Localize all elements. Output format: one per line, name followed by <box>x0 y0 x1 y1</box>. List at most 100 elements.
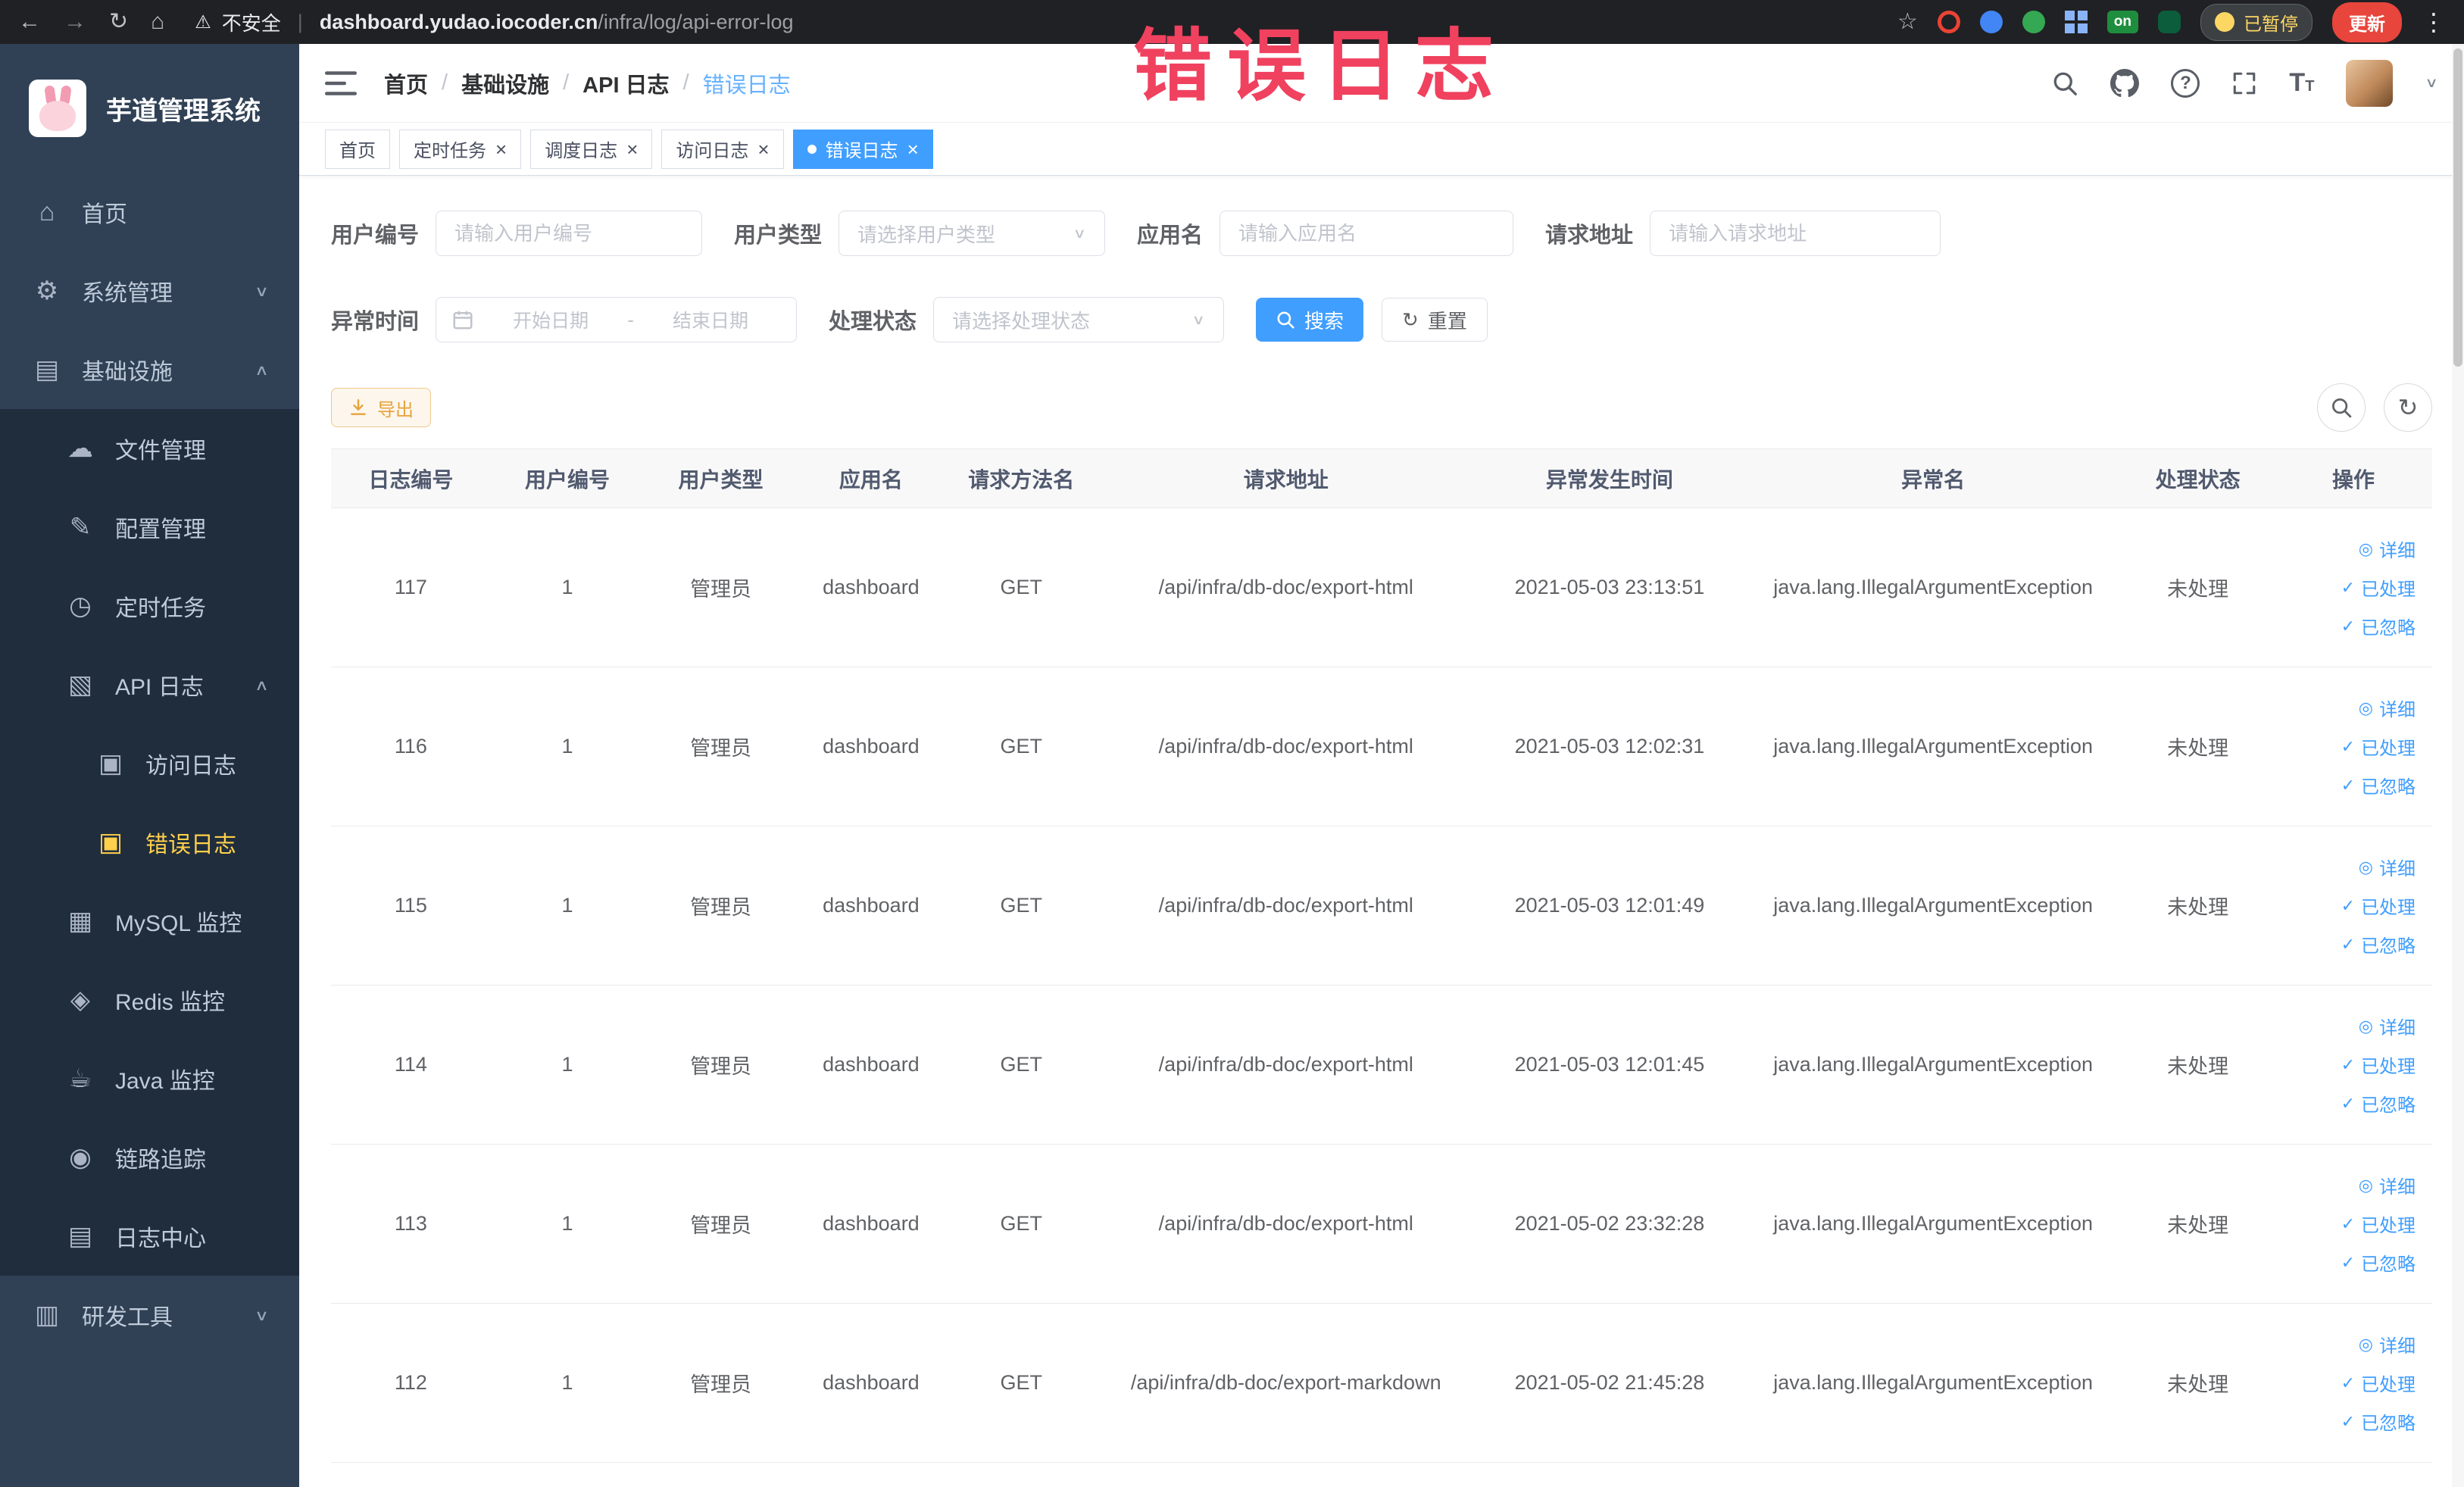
sidebar-item-error-log[interactable]: ▣ 错误日志 <box>0 803 299 882</box>
sidebar-item-api-log[interactable]: ▧ API 日志 ∧ <box>0 645 299 724</box>
tab-error-log[interactable]: 错误日志 × <box>792 129 933 169</box>
column-header: 异常名 <box>1744 448 2122 508</box>
mark-ignored-link[interactable]: ✓ 已忽略 <box>2341 1090 2416 1117</box>
mark-processed-link[interactable]: ✓ 已处理 <box>2341 892 2416 919</box>
breadcrumb-infra[interactable]: 基础设施 <box>461 67 549 99</box>
ext-green-dot-icon[interactable] <box>2022 11 2045 33</box>
cell-user-type: 管理员 <box>644 1303 798 1463</box>
bookmark-star-icon[interactable]: ☆ <box>1897 11 1918 33</box>
address-bar[interactable]: dashboard.yudao.iocoder.cn/infra/log/api… <box>320 11 794 34</box>
search-button[interactable]: 搜索 <box>1256 298 1364 342</box>
search-icon[interactable] <box>2051 70 2078 97</box>
detail-link[interactable]: ◎ 详细 <box>2359 854 2416 880</box>
close-icon[interactable]: × <box>626 139 638 159</box>
sidebar-item-redis-monitor[interactable]: ◈ Redis 监控 <box>0 961 299 1039</box>
column-header: 应用名 <box>797 448 945 508</box>
mark-ignored-link[interactable]: ✓ 已忽略 <box>2341 1249 2416 1276</box>
table-row: 115 1 管理员 dashboard GET /api/infra/db-do… <box>331 826 2432 986</box>
sidebar-toggle-icon[interactable] <box>325 70 357 97</box>
search-icon <box>1277 311 1294 329</box>
detail-link[interactable]: ◎ 详细 <box>2359 695 2416 721</box>
tab-schedule-log[interactable]: 调度日志 × <box>530 129 653 169</box>
sidebar-item-tracing[interactable]: ◉ 链路追踪 <box>0 1118 299 1197</box>
sidebar-item-log-center[interactable]: ▤ 日志中心 <box>0 1197 299 1276</box>
tab-home[interactable]: 首页 <box>325 129 390 169</box>
request-url-input[interactable] <box>1650 211 1941 256</box>
avatar[interactable] <box>2346 59 2394 107</box>
user-id-input[interactable] <box>436 211 703 256</box>
fullscreen-icon[interactable] <box>2231 70 2257 96</box>
tab-scheduled-jobs[interactable]: 定时任务 × <box>399 129 522 169</box>
mark-ignored-link[interactable]: ✓ 已忽略 <box>2341 1408 2416 1435</box>
forward-icon[interactable]: → <box>64 11 86 33</box>
sidebar-item-devtools[interactable]: ▥ 研发工具 ∨ <box>0 1276 299 1354</box>
ext-pine-icon[interactable] <box>2158 11 2181 33</box>
ext-red-ring-icon[interactable] <box>1937 11 1960 33</box>
eye-icon: ◎ <box>2358 1334 2373 1354</box>
filter-label: 请求地址 <box>1545 223 1634 248</box>
scrollbar-thumb[interactable] <box>2453 48 2462 367</box>
breadcrumb-home[interactable]: 首页 <box>384 67 428 99</box>
action-label: 详细 <box>2379 859 2416 879</box>
browser-home-icon[interactable]: ⌂ <box>151 11 164 33</box>
sidebar-item-infra[interactable]: ▤ 基础设施 ∧ <box>0 330 299 409</box>
mark-ignored-link[interactable]: ✓ 已忽略 <box>2341 613 2416 639</box>
app-logo[interactable]: 芋道管理系统 <box>0 44 299 173</box>
cell-log-id: 115 <box>331 826 491 986</box>
cell-log-id: 117 <box>331 508 491 667</box>
mark-processed-link[interactable]: ✓ 已处理 <box>2341 733 2416 760</box>
sidebar-item-config-mgmt[interactable]: ✎ 配置管理 <box>0 488 299 567</box>
app-name-input[interactable] <box>1220 211 1514 256</box>
back-icon[interactable]: ← <box>18 11 41 33</box>
refresh-table-button[interactable]: ↻ <box>2384 383 2432 432</box>
detail-link[interactable]: ◎ 详细 <box>2359 1331 2416 1357</box>
sidebar-item-mysql-monitor[interactable]: ▦ MySQL 监控 <box>0 882 299 961</box>
mark-processed-link[interactable]: ✓ 已处理 <box>2341 574 2416 601</box>
mark-processed-link[interactable]: ✓ 已处理 <box>2341 1370 2416 1396</box>
sidebar-item-label: 配置管理 <box>115 517 206 542</box>
sidebar-item-home[interactable]: ⌂ 首页 <box>0 173 299 251</box>
filter-exception-time: 异常时间 开始日期 - 结束日期 <box>331 297 798 342</box>
sidebar-item-access-log[interactable]: ▣ 访问日志 <box>0 724 299 803</box>
update-button[interactable]: 更新 <box>2332 2 2402 42</box>
calendar-icon <box>453 311 473 330</box>
sidebar-item-system[interactable]: ⚙ 系统管理 ∨ <box>0 251 299 330</box>
close-icon[interactable]: × <box>495 139 507 159</box>
site-info-chip[interactable]: ⚠ 不安全 | dashboard.yudao.iocoder.cn/infra… <box>195 8 793 36</box>
font-size-icon[interactable]: TT <box>2289 68 2314 98</box>
detail-link[interactable]: ◎ 详细 <box>2359 1013 2416 1039</box>
reset-button[interactable]: ↻ 重置 <box>1382 298 1488 342</box>
exception-time-range[interactable]: 开始日期 - 结束日期 <box>436 297 798 342</box>
detail-link[interactable]: ◎ 详细 <box>2359 1172 2416 1198</box>
ext-grid-icon[interactable] <box>2064 11 2088 33</box>
mark-ignored-link[interactable]: ✓ 已忽略 <box>2341 931 2416 957</box>
sidebar-item-scheduled-jobs[interactable]: ◷ 定时任务 <box>0 567 299 645</box>
help-icon[interactable]: ? <box>2171 68 2200 98</box>
mark-processed-link[interactable]: ✓ 已处理 <box>2341 1211 2416 1237</box>
close-icon[interactable]: × <box>907 139 919 159</box>
user-type-select[interactable]: 请选择用户类型 ∨ <box>839 211 1106 256</box>
reload-icon[interactable]: ↻ <box>109 11 128 33</box>
mark-ignored-link[interactable]: ✓ 已忽略 <box>2341 772 2416 798</box>
sidebar-item-java-monitor[interactable]: ☕ Java 监控 <box>0 1039 299 1118</box>
cell-user-id: 1 <box>490 826 645 986</box>
divider: | <box>297 10 303 33</box>
detail-link[interactable]: ◎ 详细 <box>2359 536 2416 562</box>
breadcrumb-api-log[interactable]: API 日志 <box>582 67 669 99</box>
ext-on-badge[interactable]: on <box>2106 11 2138 33</box>
paused-badge[interactable]: 已暂停 <box>2200 3 2313 41</box>
cell-process-status: 未处理 <box>2121 1303 2275 1463</box>
github-icon[interactable] <box>2110 68 2140 98</box>
mark-processed-link[interactable]: ✓ 已处理 <box>2341 1051 2416 1078</box>
scrollbar[interactable] <box>2452 44 2464 1487</box>
check-icon: ✓ <box>2341 775 2355 795</box>
export-button[interactable]: 导出 <box>331 388 431 427</box>
browser-menu-icon[interactable]: ⋮ <box>2422 8 2446 36</box>
toggle-search-button[interactable] <box>2317 383 2366 432</box>
chevron-down-icon[interactable]: ∨ <box>2425 75 2438 92</box>
process-status-select[interactable]: 请选择处理状态 ∨ <box>933 297 1225 342</box>
sidebar-item-file-mgmt[interactable]: ☁ 文件管理 <box>0 409 299 488</box>
tab-access-log[interactable]: 访问日志 × <box>661 129 784 169</box>
close-icon[interactable]: × <box>757 139 769 159</box>
ext-blue-dot-icon[interactable] <box>1979 11 2003 33</box>
